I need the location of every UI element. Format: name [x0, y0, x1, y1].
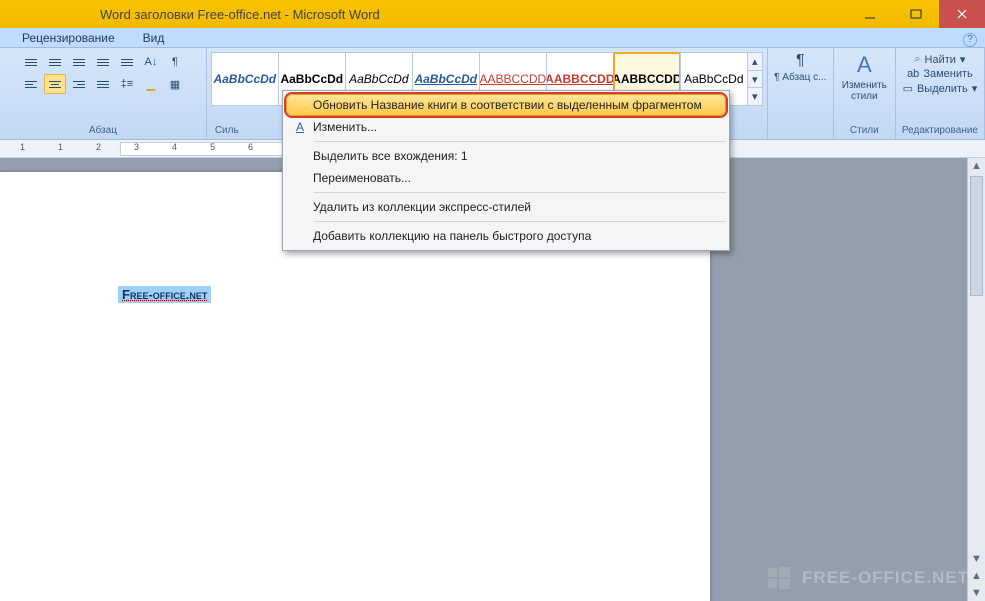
editing-group-label: Редактирование [902, 123, 978, 139]
numbering-button[interactable] [44, 52, 66, 72]
next-page-button[interactable]: ▼ [968, 585, 985, 601]
bullets-button[interactable] [20, 52, 42, 72]
ruler-tick: 1 [20, 142, 25, 152]
gallery-up-icon[interactable]: ▴ [748, 53, 762, 71]
line-spacing-button[interactable]: ‡≡ [116, 74, 138, 94]
ctx-modify-style[interactable]: A Изменить... [286, 116, 726, 138]
find-icon: ⌕ [914, 53, 920, 66]
paragraph-group-label: Абзац [6, 123, 200, 139]
replace-icon: ab [907, 68, 919, 80]
windows-logo-icon [766, 565, 792, 591]
show-marks-button[interactable]: ¶ [164, 52, 186, 72]
ribbon-tab-view[interactable]: Вид [141, 29, 167, 47]
styles-group-caption: Стили [840, 123, 889, 139]
align-right-button[interactable] [68, 74, 90, 94]
change-styles-icon: A [857, 52, 872, 78]
minimize-button[interactable] [847, 0, 893, 28]
help-icon[interactable]: ? [963, 33, 977, 47]
replace-button[interactable]: ab Заменить [907, 67, 973, 81]
align-left-button[interactable] [20, 74, 42, 94]
ruler-tick: 2 [96, 142, 101, 152]
ruler-tick: 6 [248, 142, 253, 152]
ctx-rename[interactable]: Переименовать... [286, 167, 726, 189]
sort-button[interactable]: A↓ [140, 52, 162, 72]
style-context-menu: Обновить Название книги в соответствии с… [282, 90, 730, 251]
gallery-more-icon[interactable]: ▾ [748, 88, 762, 105]
modify-icon: A [287, 120, 313, 134]
align-center-button[interactable] [44, 74, 66, 94]
increase-indent-button[interactable] [116, 52, 138, 72]
shading-button[interactable]: ▁ [140, 74, 162, 94]
scroll-thumb[interactable] [970, 176, 983, 296]
window-title: Word заголовки Free-office.net - Microso… [0, 7, 847, 22]
ctx-select-all[interactable]: Выделить все вхождения: 1 [286, 145, 726, 167]
gallery-down-icon[interactable]: ▾ [748, 71, 762, 89]
justify-button[interactable] [92, 74, 114, 94]
ctx-update-style[interactable]: Обновить Название книги в соответствии с… [286, 94, 726, 116]
select-button[interactable]: ▭ Выделить▾ [903, 81, 978, 96]
close-button[interactable] [939, 0, 985, 28]
watermark: FREE-OFFICE.NET [766, 565, 969, 591]
ribbon-tab-review[interactable]: Рецензирование [20, 29, 117, 47]
borders-button[interactable]: ▦ [164, 74, 186, 94]
ruler-tick: 4 [172, 142, 177, 152]
ctx-remove-from-gallery[interactable]: Удалить из коллекции экспресс-стилей [286, 196, 726, 218]
paragraph-spacing-button[interactable]: ¶ ¶ Абзац с... [772, 52, 828, 83]
selected-text[interactable]: Free-office.net [118, 286, 211, 303]
ruler-tick: 3 [134, 142, 139, 152]
select-icon: ▭ [903, 82, 913, 95]
multilevel-button[interactable] [68, 52, 90, 72]
gallery-scroll-buttons[interactable]: ▴▾▾ [747, 52, 763, 106]
find-button[interactable]: ⌕ Найти▾ [914, 52, 965, 67]
ruler-tick: 5 [210, 142, 215, 152]
scroll-up-button[interactable]: ▲ [968, 158, 985, 174]
previous-page-button[interactable]: ▲ [968, 568, 985, 584]
decrease-indent-button[interactable] [92, 52, 114, 72]
ruler-tick: 1 [58, 142, 63, 152]
maximize-button[interactable] [893, 0, 939, 28]
vertical-scrollbar[interactable]: ▲ ▼ ▲ ▼ [967, 158, 985, 601]
scroll-down-button[interactable]: ▼ [968, 551, 985, 567]
style-tile-0[interactable]: AaBbCcDd [211, 52, 279, 106]
change-styles-button[interactable]: A Изменить стили [836, 52, 892, 102]
ctx-add-to-qat[interactable]: Добавить коллекцию на панель быстрого до… [286, 225, 726, 247]
